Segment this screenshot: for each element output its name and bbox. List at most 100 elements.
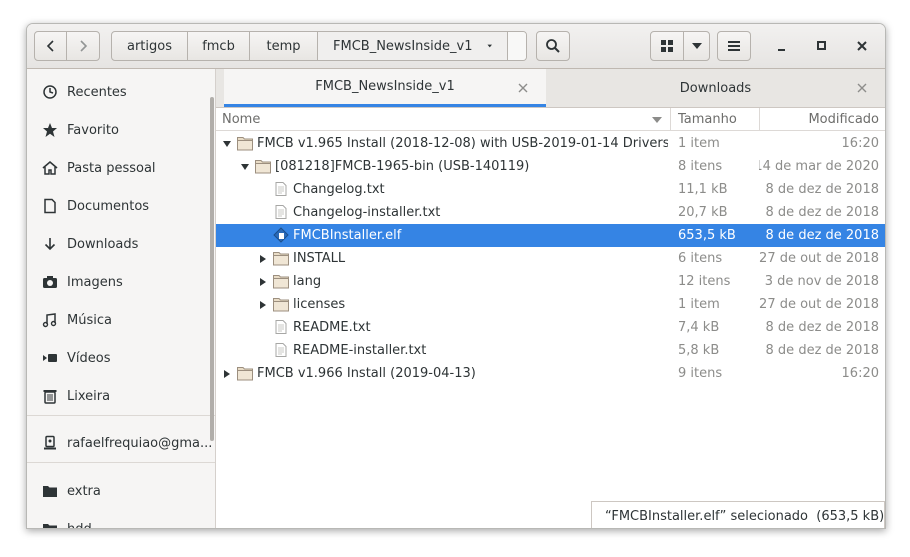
document-icon: [42, 198, 58, 214]
file-row[interactable]: FMCB v1.965 Install (2018-12-08) with US…: [216, 132, 885, 155]
file-modified: 16:20: [841, 366, 879, 381]
sidebar-item-videos[interactable]: Vídeos: [27, 339, 215, 377]
expander-open-icon[interactable]: [240, 162, 250, 172]
file-size: 1 item: [678, 136, 720, 151]
breadcrumb-fmcb[interactable]: fmcb: [188, 32, 250, 60]
star-icon: [42, 122, 58, 138]
chevron-down-icon: [486, 44, 492, 48]
file-modified: 8 de dez de 2018: [765, 182, 879, 197]
column-header-modified[interactable]: Modificado: [760, 108, 885, 131]
back-button[interactable]: [34, 31, 67, 61]
close-button[interactable]: [845, 31, 879, 61]
column-header-size[interactable]: Tamanho: [671, 108, 760, 131]
file-row[interactable]: Changelog-installer.txt 20,7 kB 8 de dez d…: [216, 201, 885, 224]
expander-open-icon[interactable]: [222, 139, 232, 149]
sidebar-item-imagens[interactable]: Imagens: [27, 263, 215, 301]
breadcrumb-artigos[interactable]: artigos: [112, 32, 188, 60]
expander-closed-icon[interactable]: [258, 300, 268, 310]
tab-label: Downloads: [679, 80, 752, 96]
breadcrumb-temp[interactable]: temp: [250, 32, 318, 60]
view-toggle-button[interactable]: [650, 31, 684, 61]
sidebar-item-downloads[interactable]: Downloads: [27, 225, 215, 263]
file-row[interactable]: licenses 1 item 27 de out de 2018: [216, 293, 885, 316]
minimize-button[interactable]: [765, 31, 799, 61]
main-view: FMCB_NewsInside_v1 Downloads Nome Tamanh…: [216, 69, 885, 528]
sidebar-item-label: Documentos: [67, 198, 150, 214]
tab-downloads[interactable]: Downloads: [546, 69, 885, 107]
main-menu-button[interactable]: [717, 31, 751, 61]
view-options-button[interactable]: [683, 31, 710, 61]
home-icon: [42, 160, 58, 176]
expander-closed-icon[interactable]: [258, 277, 268, 287]
row-expander[interactable]: [256, 293, 270, 316]
sidebar-separator: [27, 462, 215, 463]
sidebar-item-label: Imagens: [67, 274, 123, 290]
text-file-icon: [275, 320, 287, 334]
file-size: 12 itens: [678, 274, 731, 289]
sidebar-item-recentes[interactable]: Recentes: [27, 73, 215, 111]
sidebar-item-account[interactable]: rafaelfrequiao@gma...: [27, 424, 215, 462]
search-button[interactable]: [536, 31, 570, 61]
tab-fmcb-newsinside[interactable]: FMCB_NewsInside_v1: [224, 69, 546, 107]
clock-icon: [42, 84, 58, 100]
file-name: Changelog.txt: [293, 182, 385, 197]
file-row[interactable]: README-installer.txt 5,8 kB 8 de dez de 20…: [216, 339, 885, 362]
folder-icon: [237, 367, 253, 381]
sidebar-item-pasta-pessoal[interactable]: Pasta pessoal: [27, 149, 215, 187]
column-header-name[interactable]: Nome: [216, 108, 671, 131]
close-icon[interactable]: [854, 80, 870, 96]
file-row[interactable]: README.txt 7,4 kB 8 de dez de 2018: [216, 316, 885, 339]
file-row[interactable]: INSTALL 6 itens 27 de out de 2018: [216, 247, 885, 270]
sidebar-item-extra[interactable]: extra: [27, 472, 215, 510]
file-name: Changelog-installer.txt: [293, 205, 441, 220]
breadcrumb-current[interactable]: FMCB_NewsInside_v1: [318, 32, 508, 60]
sidebar-scrollbar[interactable]: [210, 97, 214, 441]
folder-icon: [255, 160, 271, 174]
folder-icon: [273, 298, 289, 312]
row-expander[interactable]: [220, 132, 234, 155]
expander-closed-icon[interactable]: [222, 369, 232, 379]
file-icon-wrapper: [273, 204, 289, 220]
file-name: [081218]FMCB-1965-bin (USB-140119): [275, 159, 530, 174]
sidebar-item-label: Lixeira: [67, 388, 111, 404]
tab-label: FMCB_NewsInside_v1: [315, 79, 455, 94]
grid-view-icon: [661, 40, 673, 52]
maximize-button[interactable]: [805, 31, 839, 61]
places-sidebar: Recentes Favorito Pasta pessoal Document…: [27, 69, 216, 528]
sidebar-item-musica[interactable]: Música: [27, 301, 215, 339]
file-row[interactable]: FMCBInstaller.elf 653,5 kB 8 de dez de 201…: [216, 224, 885, 247]
file-row[interactable]: Changelog.txt 11,1 kB 8 de dez de 2018: [216, 178, 885, 201]
file-row[interactable]: lang 12 itens 3 de nov de 2018: [216, 270, 885, 293]
sidebar-item-lixeira[interactable]: Lixeira: [27, 377, 215, 415]
file-row[interactable]: [081218]FMCB-1965-bin (USB-140119) 8 iten…: [216, 155, 885, 178]
sidebar-item-hdd[interactable]: hdd: [27, 510, 215, 528]
file-size: 1 item: [678, 297, 720, 312]
sidebar-item-label: Vídeos: [67, 350, 111, 366]
breadcrumb-label: temp: [266, 38, 301, 54]
file-icon-wrapper: [255, 158, 271, 174]
row-expander[interactable]: [256, 247, 270, 270]
file-row[interactable]: FMCB v1.966 Install (2019-04-13) 9 itens 1…: [216, 362, 885, 385]
executable-icon: [273, 227, 289, 243]
account-icon: [42, 435, 58, 451]
file-name: README-installer.txt: [293, 343, 427, 358]
sidebar-item-label: Favorito: [67, 122, 119, 138]
file-icon-wrapper: [273, 342, 289, 358]
close-icon[interactable]: [515, 80, 531, 96]
row-expander[interactable]: [238, 155, 252, 178]
expander-closed-icon[interactable]: [258, 254, 268, 264]
row-expander[interactable]: [220, 362, 234, 385]
row-expander[interactable]: [256, 270, 270, 293]
file-modified: 8 de dez de 2018: [765, 205, 879, 220]
text-file-icon: [275, 182, 287, 196]
file-size: 6 itens: [678, 251, 723, 266]
column-header-label: Modificado: [808, 111, 879, 127]
file-icon-wrapper: [273, 181, 289, 197]
breadcrumb-label: fmcb: [202, 38, 235, 54]
sidebar-item-documentos[interactable]: Documentos: [27, 187, 215, 225]
folder-icon: [273, 275, 289, 289]
forward-button[interactable]: [66, 31, 100, 61]
sidebar-item-label: Downloads: [67, 236, 139, 252]
video-icon: [42, 350, 58, 366]
sidebar-item-favorito[interactable]: Favorito: [27, 111, 215, 149]
